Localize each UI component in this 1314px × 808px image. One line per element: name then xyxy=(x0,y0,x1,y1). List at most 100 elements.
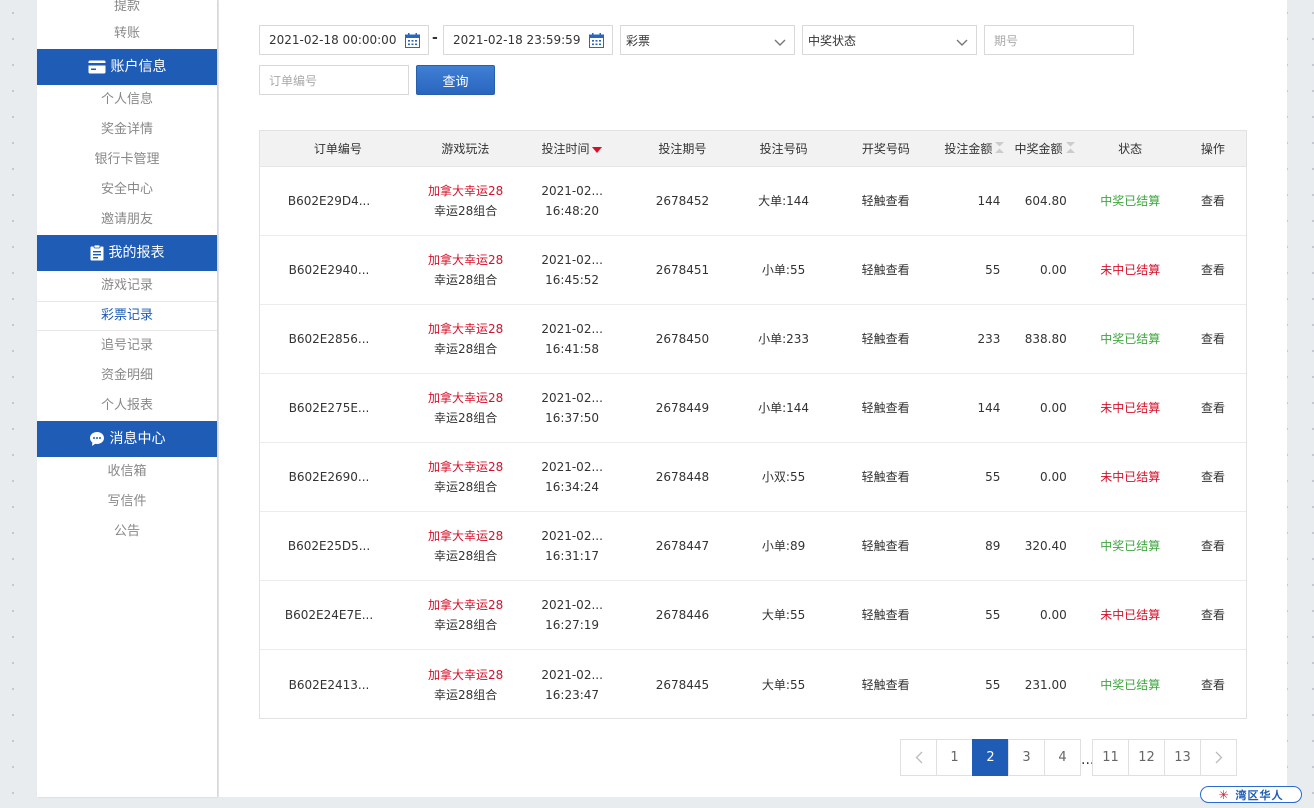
prev-page-button[interactable] xyxy=(900,739,937,776)
table-row: B602E24E7E... 加拿大幸运28 幸运28组合 2021-02... 16:2… xyxy=(260,581,1246,650)
cell-draw-number-link[interactable]: 轻触查看 xyxy=(831,675,940,695)
status-badge: 中奖已结算 xyxy=(1100,539,1161,553)
header-bet-time-label: 投注时间 xyxy=(541,142,590,156)
sidebar: 提款 转账 账户信息 个人信息 奖金详情 银行卡管理 安全中心 邀请朋友 我的报… xyxy=(37,0,229,797)
sidebar-item-invite[interactable]: 邀请朋友 xyxy=(37,205,217,235)
cell-game: 加拿大幸运28 幸运28组合 xyxy=(416,388,515,428)
order-number-input[interactable]: 订单编号 xyxy=(259,65,409,95)
status-badge: 中奖已结算 xyxy=(1100,332,1161,346)
cell-bet-amount: 55 xyxy=(985,470,1001,484)
chevron-down-icon xyxy=(956,36,968,50)
sort-icon[interactable] xyxy=(1065,141,1075,156)
cell-draw-number-link[interactable]: 轻触查看 xyxy=(831,398,940,418)
page-button[interactable]: 12 xyxy=(1128,739,1165,776)
calendar-icon[interactable] xyxy=(589,33,604,51)
sidebar-item-bonus[interactable]: 奖金详情 xyxy=(37,115,217,145)
cell-draw-number-link[interactable]: 轻触查看 xyxy=(831,260,940,280)
page-button[interactable]: 13 xyxy=(1164,739,1201,776)
status-badge: 中奖已结算 xyxy=(1100,194,1161,208)
cell-order-number: B602E2690... xyxy=(288,470,370,484)
sidebar-item-personal-report[interactable]: 个人报表 xyxy=(37,391,217,421)
game-name: 加拿大幸运28 xyxy=(428,598,504,612)
cell-bet-number: 小双:55 xyxy=(761,470,806,484)
page-button[interactable]: 1 xyxy=(936,739,973,776)
date-range-separator: - xyxy=(432,30,438,46)
page-button[interactable]: 11 xyxy=(1092,739,1129,776)
period-input[interactable]: 期号 xyxy=(984,25,1134,55)
view-link[interactable]: 查看 xyxy=(1180,191,1246,211)
status-badge: 中奖已结算 xyxy=(1100,677,1161,692)
cell-draw-number-link[interactable]: 轻触查看 xyxy=(831,191,940,211)
view-link[interactable]: 查看 xyxy=(1180,605,1246,625)
view-link[interactable]: 查看 xyxy=(1180,675,1246,695)
table-row: B602E29D4... 加拿大幸运28 幸运28组合 2021-02... 16:48… xyxy=(260,167,1246,236)
sidebar-item-profile[interactable]: 个人信息 xyxy=(37,85,217,115)
view-link[interactable]: 查看 xyxy=(1180,260,1246,280)
cell-game: 加拿大幸运28 幸运28组合 xyxy=(416,526,515,566)
win-status-select[interactable]: 中奖状态 xyxy=(802,25,977,55)
view-link[interactable]: 查看 xyxy=(1180,467,1246,487)
sort-desc-icon[interactable] xyxy=(592,142,603,156)
game-name: 加拿大幸运28 xyxy=(428,667,504,682)
sidebar-item-chase-records[interactable]: 追号记录 xyxy=(37,331,217,361)
sidebar-item-game-records[interactable]: 游戏记录 xyxy=(37,271,217,301)
calendar-icon[interactable] xyxy=(405,33,420,51)
section-title: 我的报表 xyxy=(108,245,165,261)
watermark-logo: ✳ 湾区华人 xyxy=(1200,786,1302,803)
view-link[interactable]: 查看 xyxy=(1180,329,1246,349)
cell-game: 加拿大幸运28 幸运28组合 xyxy=(416,181,515,221)
sidebar-item-bankcard[interactable]: 银行卡管理 xyxy=(37,145,217,175)
sidebar-item-lottery-records[interactable]: 彩票记录 xyxy=(37,301,229,331)
header-win-amount[interactable]: 中奖金额 xyxy=(1009,140,1081,157)
bet-date: 2021-02... xyxy=(541,460,603,474)
query-button[interactable]: 查询 xyxy=(416,65,495,95)
cell-bet-time: 2021-02... 16:31:17 xyxy=(515,526,629,566)
header-bet-time[interactable]: 投注时间 xyxy=(515,140,629,157)
sidebar-item-notice[interactable]: 公告 xyxy=(37,517,217,547)
section-header-messages[interactable]: 消息中心 xyxy=(37,421,217,457)
bet-time: 16:27:19 xyxy=(545,618,600,632)
sidebar-item-compose[interactable]: 写信件 xyxy=(37,487,217,517)
sidebar-item-funds[interactable]: 资金明细 xyxy=(37,361,217,391)
view-link[interactable]: 查看 xyxy=(1180,398,1246,418)
cell-win-amount: 320.40 xyxy=(1024,539,1067,553)
page-button[interactable]: 4 xyxy=(1044,739,1081,776)
start-time-field[interactable]: 2021-02-18 00:00:00 xyxy=(259,25,429,55)
cell-draw-number-link[interactable]: 轻触查看 xyxy=(831,536,940,556)
section-header-account[interactable]: 账户信息 xyxy=(37,49,217,85)
cell-bet-number: 大单:55 xyxy=(761,608,806,622)
table-row: B602E2690... 加拿大幸运28 幸运28组合 2021-02... 16:34… xyxy=(260,443,1246,512)
cell-bet-time: 2021-02... 16:27:19 xyxy=(515,595,629,635)
cell-game: 加拿大幸运28 幸运28组合 xyxy=(416,665,515,705)
play-type: 幸运28组合 xyxy=(434,273,498,287)
game-name: 加拿大幸运28 xyxy=(428,253,504,267)
cell-win-amount: 0.00 xyxy=(1040,263,1067,277)
status-badge: 未中已结算 xyxy=(1100,263,1161,277)
sort-icon[interactable] xyxy=(995,141,1005,156)
lottery-select[interactable]: 彩票 xyxy=(620,25,795,55)
cell-draw-number-link[interactable]: 轻触查看 xyxy=(831,329,940,349)
bet-time: 16:41:58 xyxy=(545,342,600,356)
cell-draw-number-link[interactable]: 轻触查看 xyxy=(831,605,940,625)
cell-bet-amount: 89 xyxy=(985,539,1001,553)
section-header-reports[interactable]: 我的报表 xyxy=(37,235,217,271)
cell-draw-number-link[interactable]: 轻触查看 xyxy=(831,467,940,487)
cell-bet-number: 大单:144 xyxy=(758,194,810,208)
sidebar-item-transfer[interactable]: 转账 xyxy=(37,19,217,49)
page-button[interactable]: 3 xyxy=(1008,739,1045,776)
view-link[interactable]: 查看 xyxy=(1180,536,1246,556)
next-page-button[interactable] xyxy=(1200,739,1237,776)
sidebar-item-inbox[interactable]: 收信箱 xyxy=(37,457,217,487)
cell-win-amount: 0.00 xyxy=(1040,470,1067,484)
cell-bet-number: 小单:55 xyxy=(761,263,806,277)
game-name: 加拿大幸运28 xyxy=(428,391,504,405)
sidebar-item-security[interactable]: 安全中心 xyxy=(37,175,217,205)
page-button-current[interactable]: 2 xyxy=(972,739,1009,776)
cell-bet-number: 小单:89 xyxy=(761,539,806,553)
end-time-field[interactable]: 2021-02-18 23:59:59 xyxy=(443,25,613,55)
header-bet-amount[interactable]: 投注金额 xyxy=(940,140,1008,157)
cell-period: 2678449 xyxy=(655,401,710,415)
sidebar-item-withdraw[interactable]: 提款 xyxy=(37,0,217,19)
bet-time: 16:45:52 xyxy=(545,273,600,287)
cell-order-number: B602E24E7E... xyxy=(284,608,374,622)
